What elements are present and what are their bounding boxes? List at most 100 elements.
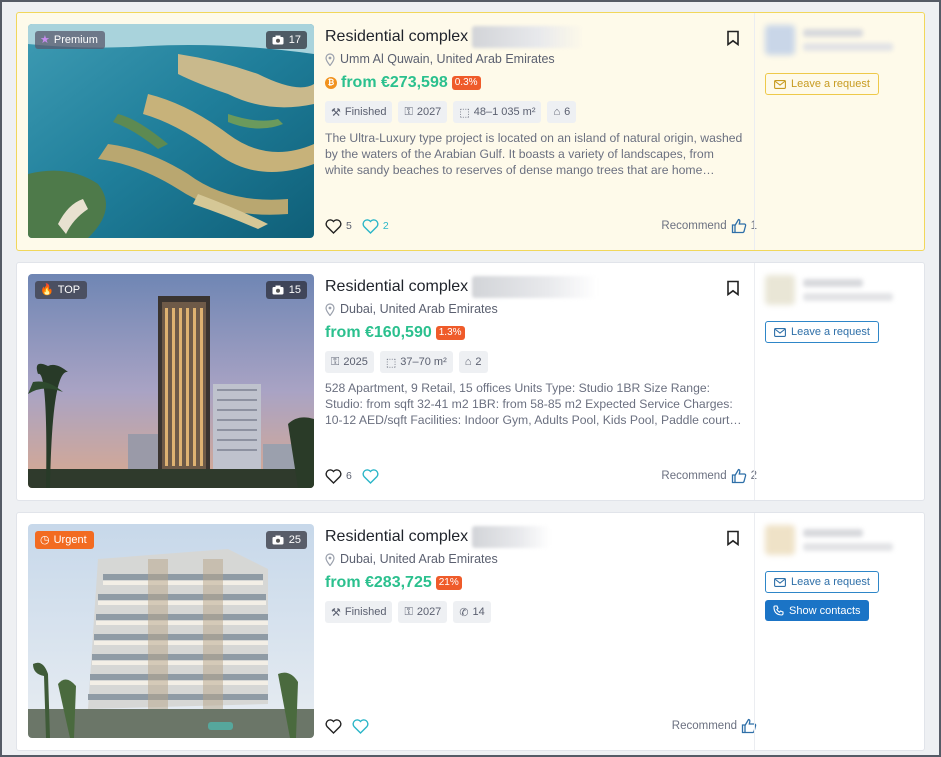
area-icon: ⬚ <box>459 106 470 119</box>
price: from €283,725 <box>325 574 432 591</box>
leave-request-button[interactable]: Leave a request <box>765 321 879 343</box>
recommend[interactable]: Recommend <box>672 718 757 734</box>
photo-count-badge: 15 <box>265 281 307 299</box>
agent-name-blur <box>803 29 863 37</box>
thumbs-up-icon[interactable] <box>731 468 747 484</box>
agent-info[interactable] <box>765 25 915 59</box>
camera-icon <box>272 285 284 295</box>
photo-count: 25 <box>288 534 301 546</box>
likes: 5 2 <box>325 218 389 234</box>
listing-photo[interactable]: ★ Premium 17 <box>28 24 314 238</box>
photo-count-badge: 25 <box>265 531 307 549</box>
location: Dubai, United Arab Emirates <box>325 549 745 569</box>
show-contacts-button[interactable]: Show contacts <box>765 600 869 621</box>
avatar <box>765 275 795 305</box>
hammer-icon: ⚒ <box>331 606 341 619</box>
blurred-name <box>472 526 551 548</box>
chip-floors: ⌂ 2 <box>458 351 488 373</box>
hammer-icon: ⚒ <box>331 106 341 119</box>
listing-actions: Recommend <box>325 718 757 734</box>
badge-label: Premium <box>53 34 98 46</box>
listing-photo[interactable]: ◷ Urgent 25 <box>28 524 314 738</box>
recommend[interactable]: Recommend 1 <box>661 218 757 234</box>
thumbs-up-icon[interactable] <box>731 218 747 234</box>
chip-units: ✆ 14 <box>453 601 491 623</box>
recommend-label: Recommend <box>661 470 727 482</box>
price-row: ₿ from €273,598 0.3% <box>325 69 745 97</box>
chip-year: ⚿ 2027 <box>398 601 448 623</box>
chip-status: ⚒ Finished <box>325 601 393 623</box>
chip-label: 2027 <box>416 106 442 118</box>
urgent-badge: ◷ Urgent <box>35 531 94 549</box>
location-pin-icon <box>325 302 335 316</box>
description: The Ultra-Luxury type project is located… <box>325 131 743 177</box>
request-label: Leave a request <box>791 78 870 90</box>
price-row: from €283,725 21% <box>325 569 745 597</box>
location-pin-icon <box>325 52 335 66</box>
heart-teal-icon[interactable] <box>362 218 379 234</box>
leave-request-button[interactable]: Leave a request <box>765 73 879 95</box>
flame-icon: 🔥 <box>40 284 54 296</box>
chip-area: ⬚ 48–1 035 m² <box>453 101 542 123</box>
listing-title[interactable]: Residential complex <box>325 528 468 546</box>
chip-label: 37–70 m² <box>400 356 447 368</box>
avatar <box>765 525 795 555</box>
location-text: Dubai, United Arab Emirates <box>340 552 498 566</box>
house-icon: ⌂ <box>464 356 472 368</box>
heart-teal-icon[interactable] <box>362 468 379 484</box>
bookmark-icon[interactable] <box>726 530 740 546</box>
heart-outline-icon[interactable] <box>325 218 342 234</box>
star-icon: ★ <box>40 34 50 46</box>
chip-label: 14 <box>472 606 485 618</box>
envelope-icon <box>774 577 786 587</box>
chip-label: 2025 <box>343 356 368 368</box>
avatar <box>765 25 795 55</box>
coin-icon: ₿ <box>325 77 337 89</box>
chip-label: 2027 <box>416 606 442 618</box>
key-icon: ⚿ <box>331 355 340 368</box>
percent-badge: 1.3% <box>435 326 465 340</box>
percent-badge: 21% <box>435 576 462 590</box>
agent-sub-blur <box>803 293 893 301</box>
phone-icon <box>773 605 784 616</box>
envelope-icon <box>774 327 786 337</box>
heart-outline-icon[interactable] <box>325 718 342 734</box>
agent-info[interactable] <box>765 525 915 559</box>
chip-status: ⚒ Finished <box>325 101 393 123</box>
heart-outline-icon[interactable] <box>325 468 342 484</box>
house-icon: ⌂ <box>553 106 561 118</box>
camera-icon <box>272 35 284 45</box>
listing-title[interactable]: Residential complex <box>325 28 468 46</box>
feature-chips: ⚿ 2025 ⬚ 37–70 m² ⌂ 2 <box>325 351 745 373</box>
bookmark-icon[interactable] <box>726 30 740 46</box>
photo-count: 15 <box>288 284 301 296</box>
bookmark-icon[interactable] <box>726 280 740 296</box>
recommend-label: Recommend <box>661 220 727 232</box>
chip-label: Finished <box>344 606 387 618</box>
leave-request-button[interactable]: Leave a request <box>765 571 879 593</box>
chip-year: ⚿ 2027 <box>398 101 448 123</box>
feature-chips: ⚒ Finished ⚿ 2027 ✆ 14 <box>325 601 745 623</box>
top-badge: 🔥 TOP <box>35 281 88 299</box>
chip-year: ⚿ 2025 <box>325 351 374 373</box>
chip-label: Finished <box>344 106 387 118</box>
listing-photo[interactable]: 🔥 TOP 15 <box>28 274 314 488</box>
agent-sub-blur <box>803 543 893 551</box>
likes: 6 <box>325 468 379 484</box>
listing-title[interactable]: Residential complex <box>325 278 468 296</box>
heart-teal-icon[interactable] <box>352 718 369 734</box>
chip-floors: ⌂ 6 <box>547 101 577 123</box>
blurred-name <box>472 276 598 298</box>
location-text: Dubai, United Arab Emirates <box>340 302 498 316</box>
envelope-icon <box>774 79 786 89</box>
likes-count: 6 <box>346 470 352 482</box>
location: Umm Al Quwain, United Arab Emirates <box>325 49 745 69</box>
agent-info[interactable] <box>765 275 915 309</box>
divider <box>754 263 755 500</box>
recommend[interactable]: Recommend 2 <box>661 468 757 484</box>
chip-label: 2 <box>475 356 482 368</box>
price: from €160,590 <box>325 324 432 341</box>
building-render-image <box>28 524 314 738</box>
price: from €273,598 <box>341 74 448 91</box>
area-icon: ⬚ <box>385 356 397 369</box>
